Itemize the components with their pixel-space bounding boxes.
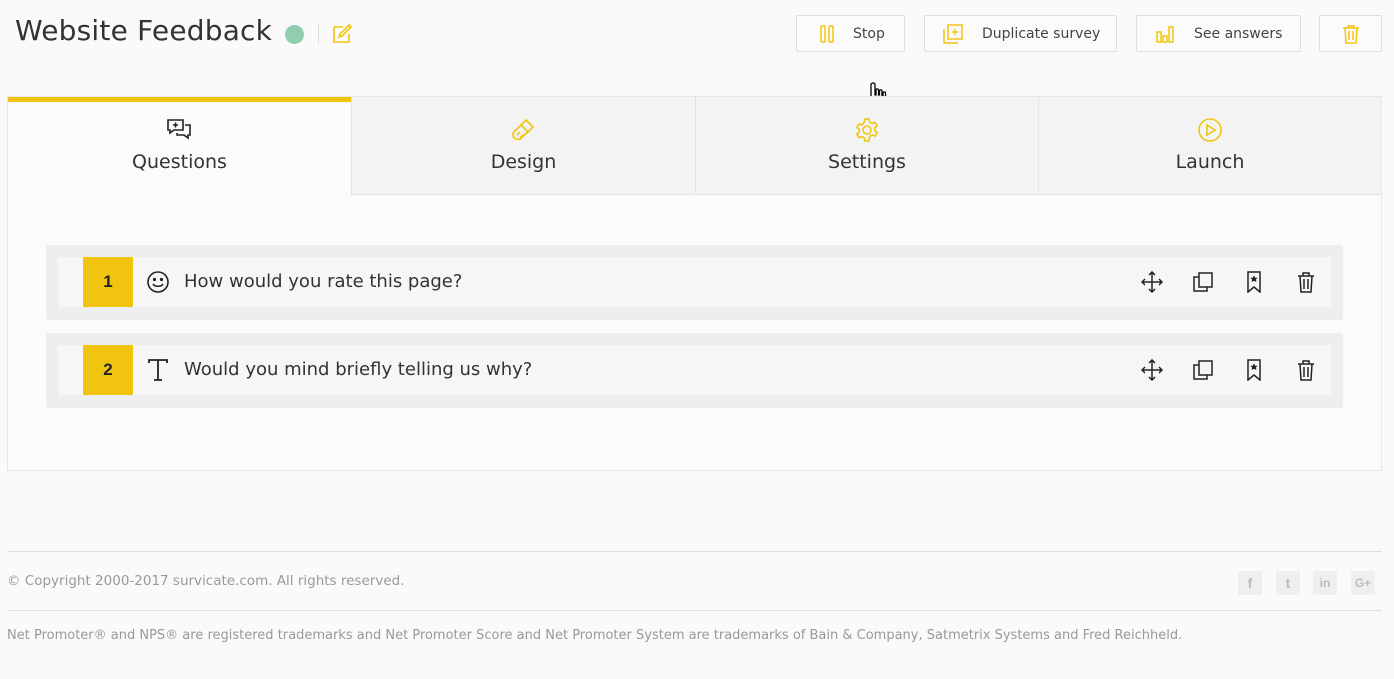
stop-label: Stop	[853, 26, 885, 42]
trash-icon	[1343, 25, 1359, 44]
survey-editor-panel: Questions Design Settings Launch 1 How w…	[7, 96, 1382, 471]
delete-survey-button[interactable]	[1319, 15, 1382, 52]
copy-icon[interactable]	[1192, 359, 1214, 381]
duplicate-label: Duplicate survey	[982, 26, 1101, 42]
pause-icon	[820, 25, 834, 43]
linkedin-icon[interactable]: in	[1313, 571, 1337, 595]
facebook-icon[interactable]: f	[1238, 571, 1262, 595]
status-indicator	[285, 25, 304, 44]
paint-brush-icon	[512, 118, 535, 141]
question-number: 2	[83, 345, 133, 395]
gear-icon	[855, 118, 879, 142]
survey-title: Website Feedback	[15, 14, 273, 47]
question-text: Would you mind briefly telling us why?	[184, 359, 533, 380]
add-comment-icon	[167, 119, 191, 140]
footer-divider	[7, 551, 1382, 552]
duplicate-icon	[943, 24, 963, 44]
edit-icon[interactable]	[330, 22, 354, 46]
tab-questions[interactable]: Questions	[8, 97, 351, 195]
trash-icon[interactable]	[1295, 271, 1317, 293]
question-card[interactable]: 2 Would you mind briefly telling us why?	[58, 345, 1331, 395]
text-type-icon	[148, 359, 168, 381]
copy-icon[interactable]	[1192, 271, 1214, 293]
trademark-text: Net Promoter® and NPS® are registered tr…	[7, 628, 1183, 643]
tab-label: Settings	[828, 151, 906, 173]
google-plus-icon[interactable]: G+	[1351, 571, 1375, 595]
editor-tabs: Questions Design Settings Launch	[8, 97, 1381, 195]
tab-label: Design	[490, 151, 557, 173]
tab-design[interactable]: Design	[351, 97, 695, 195]
trash-icon[interactable]	[1295, 359, 1317, 381]
tab-launch[interactable]: Launch	[1038, 97, 1381, 195]
see-answers-button[interactable]: See answers	[1136, 15, 1301, 52]
see-answers-label: See answers	[1194, 26, 1283, 42]
question-number: 1	[83, 257, 133, 307]
divider	[318, 24, 319, 44]
bookmark-icon[interactable]	[1243, 359, 1265, 381]
move-icon[interactable]	[1141, 359, 1163, 381]
footer-divider	[7, 610, 1382, 611]
question-card[interactable]: 1 How would you rate this page?	[58, 257, 1331, 307]
play-circle-icon	[1198, 118, 1222, 142]
question-row[interactable]: 2 Would you mind briefly telling us why?	[46, 333, 1343, 408]
smiley-icon	[147, 271, 169, 293]
twitter-icon[interactable]: t	[1276, 571, 1300, 595]
tab-label: Questions	[132, 151, 227, 173]
tab-settings[interactable]: Settings	[695, 97, 1038, 195]
tab-label: Launch	[1175, 151, 1245, 173]
copyright-text: © Copyright 2000-2017 survicate.com. All…	[7, 573, 405, 589]
duplicate-survey-button[interactable]: Duplicate survey	[924, 15, 1117, 52]
bar-chart-icon	[1156, 26, 1174, 43]
page-header: Website Feedback Stop Duplicate survey S…	[0, 0, 1394, 70]
move-icon[interactable]	[1141, 271, 1163, 293]
stop-button[interactable]: Stop	[796, 15, 905, 52]
question-row[interactable]: 1 How would you rate this page?	[46, 245, 1343, 320]
bookmark-icon[interactable]	[1243, 271, 1265, 293]
question-text: How would you rate this page?	[184, 271, 463, 292]
